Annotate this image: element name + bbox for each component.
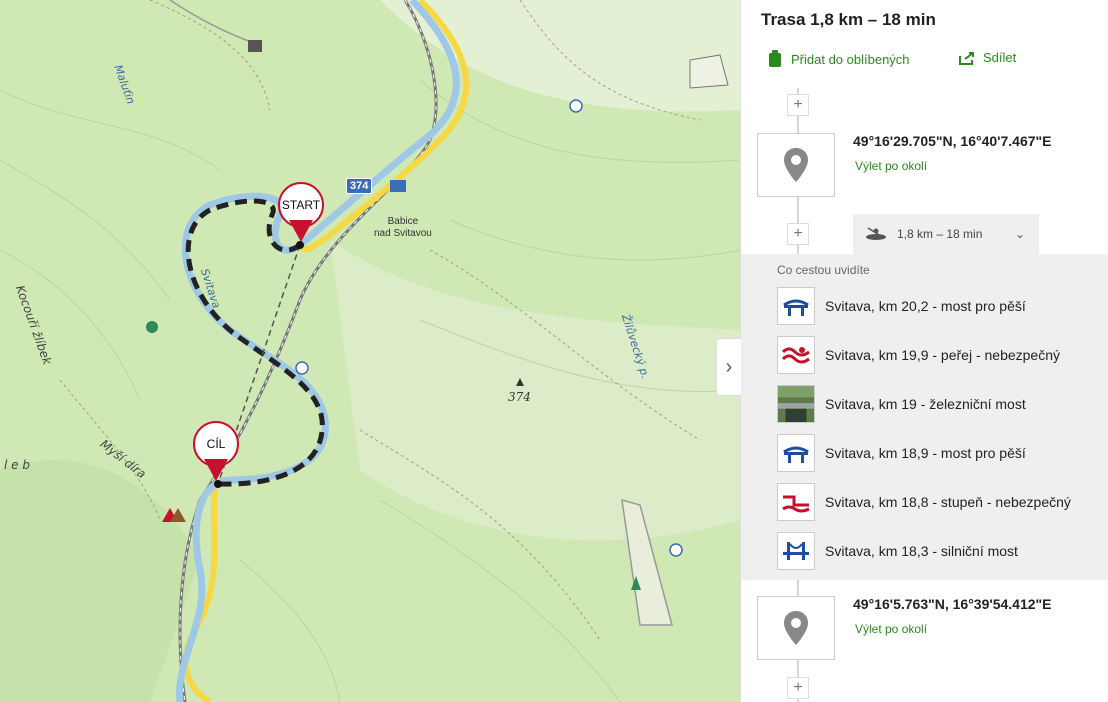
end-point-box[interactable] xyxy=(757,596,835,660)
route-panel: Trasa 1,8 km – 18 min Přidat do oblíbený… xyxy=(740,0,1108,702)
start-marker-tip xyxy=(289,220,313,242)
poi-section: Co cestou uvidíte Svitava, km 20,2 - mos… xyxy=(741,254,1108,580)
add-waypoint-button-top[interactable]: + xyxy=(787,94,809,116)
poi-item[interactable]: Svitava, km 18,9 - most pro pěší xyxy=(777,433,1107,473)
start-coordinates: 49°16'29.705"N, 16°40'7.467"E xyxy=(853,133,1052,149)
end-subtitle[interactable]: Výlet po okolí xyxy=(855,622,927,636)
poi-heading: Co cestou uvidíte xyxy=(777,263,870,277)
panel-collapse-button[interactable]: › xyxy=(716,338,741,396)
end-coordinates: 49°16'5.763"N, 16°39'54.412"E xyxy=(853,596,1052,612)
poi-label: Svitava, km 18,3 - silniční most xyxy=(825,543,1018,559)
add-favorite-button[interactable]: Přidat do oblíbených xyxy=(767,50,910,68)
map-canvas xyxy=(0,0,740,702)
chevron-right-icon: › xyxy=(725,355,733,378)
share-icon xyxy=(959,51,974,65)
weir-icon xyxy=(777,483,815,521)
chevron-down-icon: ⌄ xyxy=(1014,227,1025,241)
road-bridge-icon xyxy=(777,532,815,570)
start-marker[interactable]: START xyxy=(278,182,324,244)
road-number-badge: 374 xyxy=(346,178,373,194)
poi-item[interactable]: Svitava, km 18,8 - stupeň - nebezpečný xyxy=(777,482,1107,522)
end-marker-tip xyxy=(204,459,228,481)
poi-item[interactable]: Svitava, km 20,2 - most pro pěší xyxy=(777,286,1107,326)
rapids-icon xyxy=(777,336,815,374)
poi-label: Svitava, km 18,9 - most pro pěší xyxy=(825,445,1026,461)
add-waypoint-button-bottom[interactable]: + xyxy=(787,677,809,699)
railway-bridge-photo xyxy=(777,385,815,423)
add-waypoint-button-middle[interactable]: + xyxy=(787,223,809,245)
footbridge-icon xyxy=(777,287,815,325)
footbridge-icon xyxy=(777,434,815,472)
kayak-icon xyxy=(866,227,886,240)
share-button[interactable]: Sdílet xyxy=(959,50,1016,65)
town-label-babice: Babice nad Svitavou xyxy=(374,216,432,239)
map-view[interactable]: Maluťin Žilůvecký p. Svitava Kocouří žlí… xyxy=(0,0,740,702)
poi-item[interactable]: Svitava, km 19 - železniční most xyxy=(777,384,1107,424)
poi-label: Svitava, km 20,2 - most pro pěší xyxy=(825,298,1026,314)
start-subtitle[interactable]: Výlet po okolí xyxy=(855,159,927,173)
favorite-icon xyxy=(769,50,781,67)
end-marker[interactable]: CÍL xyxy=(193,421,239,483)
location-pin-icon xyxy=(784,148,808,182)
location-pin-icon xyxy=(784,611,808,645)
route-title: Trasa 1,8 km – 18 min xyxy=(761,10,936,29)
route-segment-button[interactable]: 1,8 km – 18 min ⌄ xyxy=(853,214,1039,254)
poi-label: Svitava, km 19 - železniční most xyxy=(825,396,1026,412)
add-favorite-label: Přidat do oblíbených xyxy=(791,51,910,67)
poi-label: Svitava, km 18,8 - stupeň - nebezpečný xyxy=(825,494,1071,510)
place-label-partial: l e b xyxy=(4,458,30,472)
spot-height-label: 374 xyxy=(508,390,531,404)
share-label: Sdílet xyxy=(983,50,1017,65)
segment-label: 1,8 km – 18 min xyxy=(897,227,983,241)
poi-item[interactable]: Svitava, km 19,9 - peřej - nebezpečný xyxy=(777,335,1107,375)
start-point-box[interactable] xyxy=(757,133,835,197)
poi-label: Svitava, km 19,9 - peřej - nebezpečný xyxy=(825,347,1061,363)
poi-item[interactable]: Svitava, km 18,3 - silniční most xyxy=(777,531,1107,571)
